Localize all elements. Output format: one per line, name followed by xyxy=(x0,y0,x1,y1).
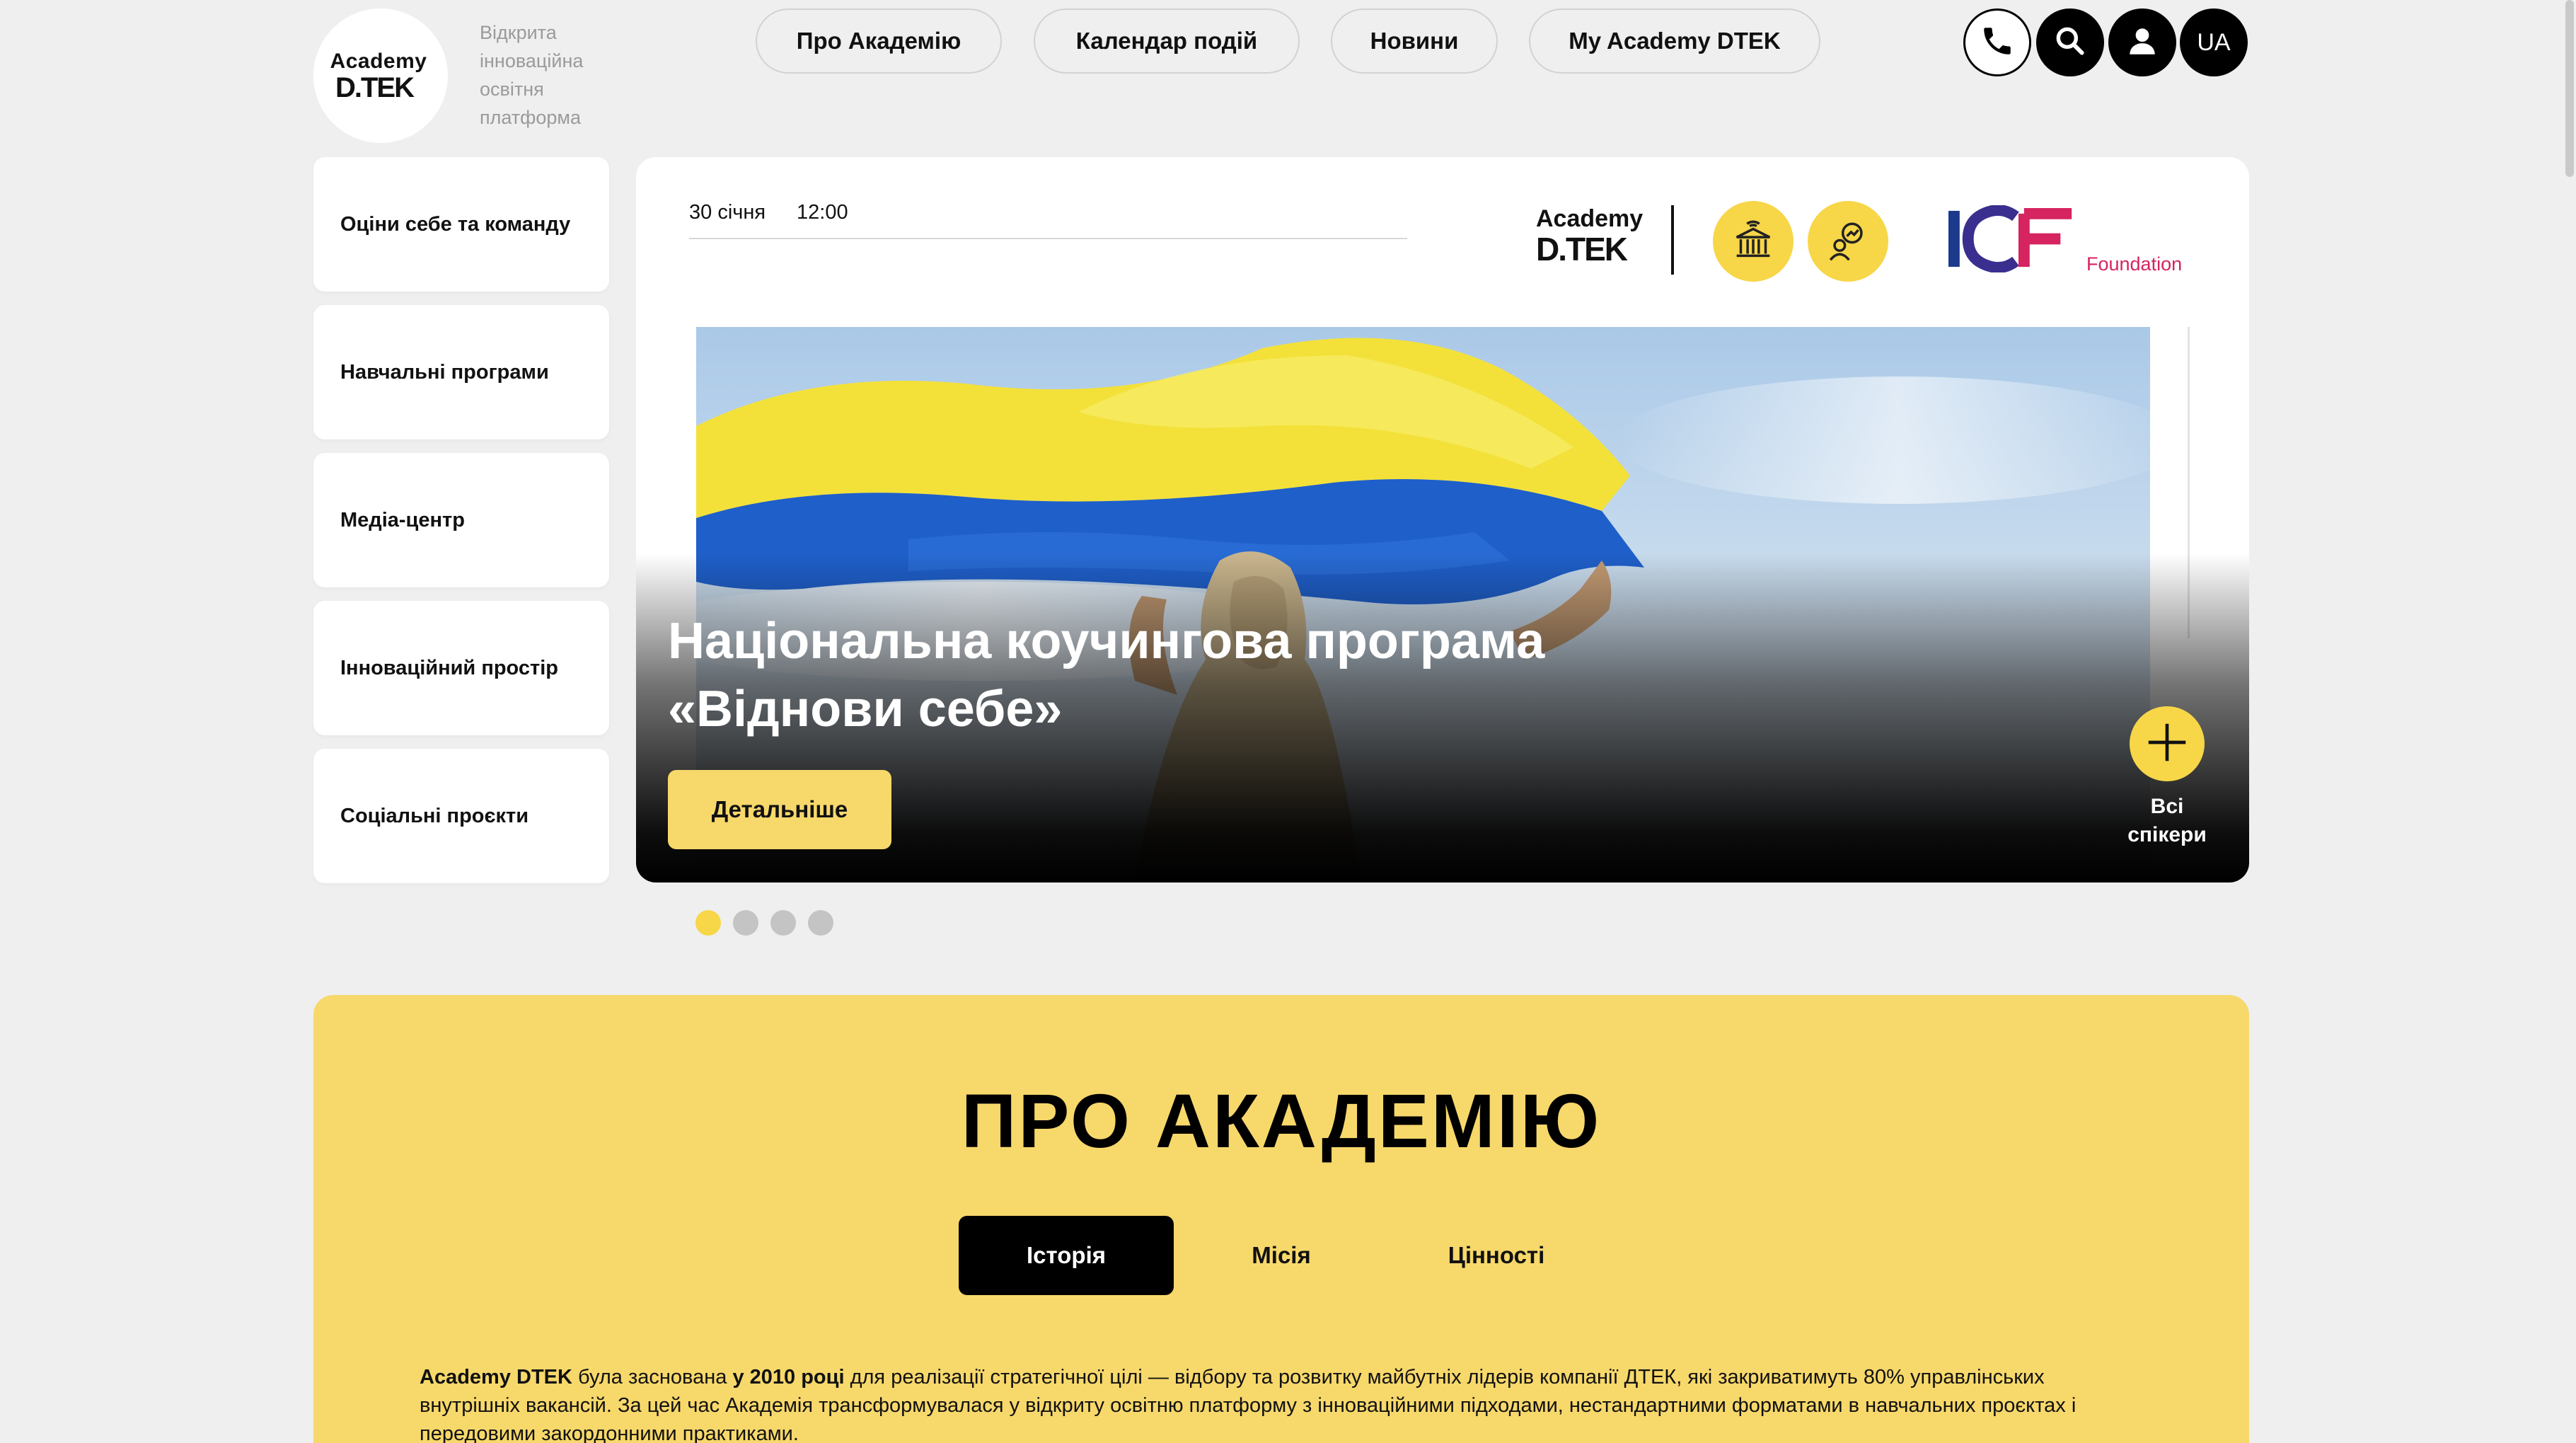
logo-academy-text: Academy xyxy=(330,50,427,73)
about-section: ПРО АКАДЕМІЮ Історія Місія Цінності Acad… xyxy=(313,995,2249,1443)
sidebar-item-label: Інноваційний простір xyxy=(340,656,558,679)
account-button[interactable] xyxy=(2108,8,2176,76)
event-date: 30 січня xyxy=(689,201,766,224)
sidebar-item-label: Соціальні проєкти xyxy=(340,804,529,827)
event-time: 12:00 xyxy=(797,201,848,224)
tab-values[interactable]: Цінності xyxy=(1389,1216,1604,1295)
nav-calendar[interactable]: Календар подій xyxy=(1034,8,1300,74)
all-speakers-button[interactable] xyxy=(2130,706,2205,781)
sidebar-item-self-assessment[interactable]: Оціни себе та команду xyxy=(313,157,609,292)
page-scrollbar[interactable] xyxy=(2565,0,2574,177)
sidebar-item-label: Оціни себе та команду xyxy=(340,212,571,236)
about-history-text: Academy DTEK була заснована у 2010 році … xyxy=(420,1366,2077,1443)
slider-dot-3[interactable] xyxy=(770,910,796,936)
nav-about[interactable]: Про Академію xyxy=(756,8,1002,74)
user-icon xyxy=(2125,23,2160,62)
all-speakers-label[interactable]: Всі спікери xyxy=(2096,793,2238,849)
hero-title: Національна коучингова програма «Віднови… xyxy=(668,613,1545,737)
search-button[interactable] xyxy=(2036,8,2104,76)
about-title: ПРО АКАДЕМІЮ xyxy=(961,1078,1602,1163)
logo[interactable]: Academy D.TEK xyxy=(313,8,448,143)
slider-dot-4[interactable] xyxy=(808,910,833,936)
tagline: Відкрита інноваційна освітня платформа xyxy=(480,22,584,128)
details-button[interactable]: Детальніше xyxy=(668,770,891,849)
coach-growth-icon xyxy=(1808,201,1888,282)
partner-logo-academy-dtek: Academy D.TEK xyxy=(1536,205,1644,268)
plus-icon xyxy=(2142,718,2192,771)
sidebar-item-social-projects[interactable]: Соціальні проєкти xyxy=(313,749,609,883)
divider xyxy=(689,238,1407,239)
nav-news[interactable]: Новини xyxy=(1331,8,1498,74)
slider-dot-2[interactable] xyxy=(733,910,758,936)
partner-separator xyxy=(1671,205,1674,275)
tab-history[interactable]: Історія xyxy=(959,1216,1174,1295)
phone-button[interactable] xyxy=(1963,8,2031,76)
language-button[interactable]: UA xyxy=(2180,8,2248,76)
nav-my-academy[interactable]: My Academy DTEK xyxy=(1529,8,1820,74)
language-label: UA xyxy=(2197,28,2231,56)
partner-logo-icf xyxy=(1945,205,2086,276)
sidebar-item-programs[interactable]: Навчальні програми xyxy=(313,305,609,439)
slider-dot-1[interactable] xyxy=(695,910,721,936)
sidebar-item-innovation-space[interactable]: Інноваційний простір xyxy=(313,601,609,735)
phone-icon xyxy=(1980,23,2015,62)
sidebar-item-media-center[interactable]: Медіа-центр xyxy=(313,453,609,587)
institution-icon xyxy=(1713,201,1794,282)
icf-foundation-label: Foundation xyxy=(2086,253,2183,275)
sidebar-item-label: Медіа-центр xyxy=(340,508,465,531)
tab-mission[interactable]: Місія xyxy=(1174,1216,1389,1295)
search-icon xyxy=(2052,23,2088,62)
logo-dtek-text: D.TEK xyxy=(335,72,415,103)
hero-slide[interactable]: 30 січня 12:00 Academy D.TEK Foundation … xyxy=(636,157,2249,883)
sidebar-item-label: Навчальні програми xyxy=(340,360,549,384)
